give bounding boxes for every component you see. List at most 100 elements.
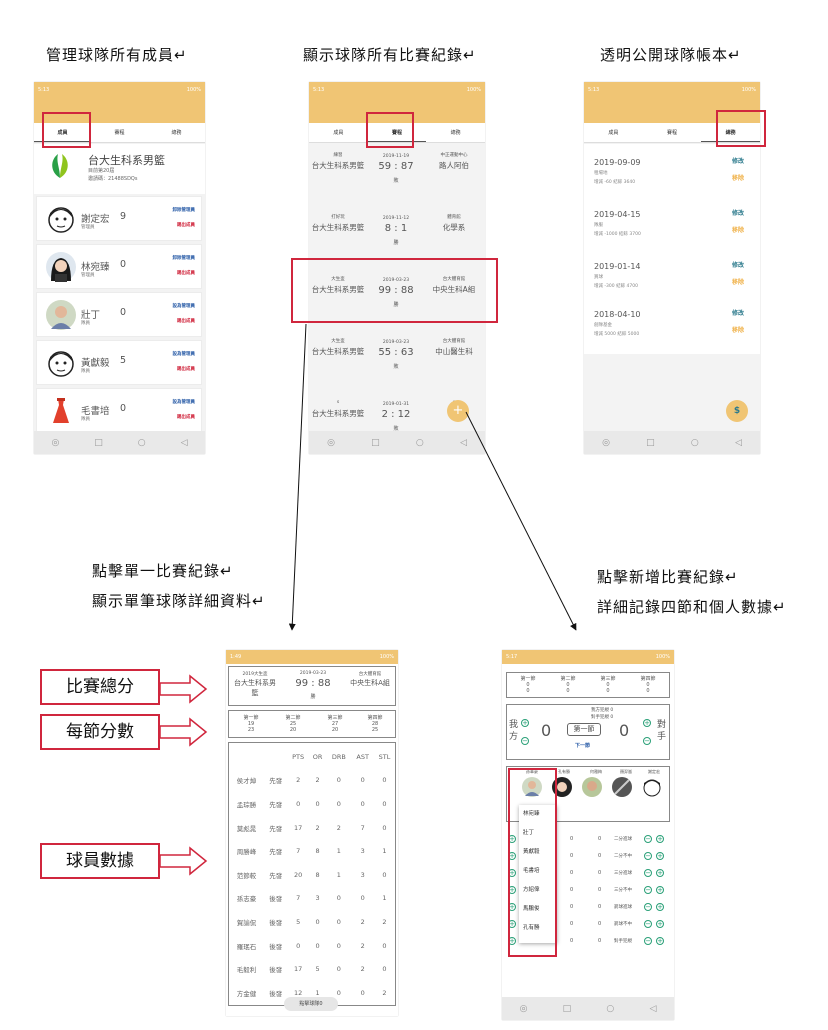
opp-fouls: 對手犯規 0	[591, 715, 614, 720]
player-row: 毛毅利 後發 17 5 0 2 0	[229, 957, 395, 981]
opponent-team: 中央生科A組	[350, 679, 390, 687]
nav-home-icon[interactable]: ○	[606, 1004, 614, 1014]
player-avatar-icon[interactable]	[611, 776, 633, 798]
player-name: 羅珉石	[236, 942, 257, 951]
row-value: 0	[598, 870, 602, 876]
player-position: 先發	[269, 777, 283, 786]
player-avatar-icon[interactable]	[581, 776, 603, 798]
header-spacer	[264, 745, 287, 769]
player-name: 方金健	[236, 989, 257, 998]
our-minus-icon[interactable]: −	[521, 737, 529, 745]
stat-minus-icon[interactable]: −	[644, 886, 652, 894]
game-venue: 台大體育館	[358, 672, 382, 677]
status-battery: 100%	[379, 654, 394, 660]
stat-label: 二分不中	[614, 854, 632, 859]
player-position: 後發	[269, 918, 283, 927]
row-value: 0	[570, 887, 574, 893]
stat-label: 二分進球	[614, 837, 632, 842]
player-position: 先發	[269, 871, 283, 880]
stat-value: 0	[382, 799, 387, 808]
our-fouls: 我方犯規 0	[591, 708, 614, 713]
game-date: 2019-03-23	[299, 671, 327, 676]
stat-value: 5	[296, 917, 301, 926]
status-time: 5:17	[506, 654, 518, 660]
stat-value: 0	[382, 941, 387, 950]
android-nav-bar: ◎ □ ○ ◁	[502, 997, 674, 1020]
stat-value: 0	[382, 965, 387, 974]
stat-value: 0	[360, 776, 365, 785]
player-position: 先發	[269, 848, 283, 857]
stat-plus-icon[interactable]: +	[656, 920, 664, 928]
stat-minus-icon[interactable]: −	[644, 937, 652, 945]
row-value: 0	[570, 921, 574, 927]
stat-minus-icon[interactable]: −	[644, 835, 652, 843]
stat-value: 2	[315, 776, 320, 785]
team-button[interactable]: 點擊球隊0	[284, 997, 338, 1011]
opp-minus-icon[interactable]: −	[643, 737, 651, 745]
highlight-player-dropdown	[508, 768, 557, 957]
stat-plus-icon[interactable]: +	[656, 869, 664, 877]
stat-label: 三分不中	[614, 888, 632, 893]
stat-minus-icon[interactable]: −	[644, 869, 652, 877]
player-row: 莫彪晁 先發 17 2 2 7 0	[229, 816, 395, 840]
row-value: 0	[570, 938, 574, 944]
stat-plus-icon[interactable]: +	[656, 937, 664, 945]
player-position: 後發	[269, 895, 283, 904]
nav-recents-icon[interactable]: □	[563, 1004, 572, 1014]
stat-value: 0	[296, 941, 301, 950]
status-bar: 5:17 100%	[502, 650, 674, 664]
nav-back-icon[interactable]: ◁	[649, 1004, 656, 1014]
status-battery: 100%	[655, 654, 670, 660]
stat-value: 0	[360, 799, 365, 808]
quarter-2: 第二節 25 20	[285, 715, 301, 733]
player-slot-name: 顏羿嵐	[620, 769, 632, 774]
stat-value: 2	[296, 776, 301, 785]
callout-player-stats: 球員數據	[40, 843, 160, 879]
stat-plus-icon[interactable]: +	[656, 886, 664, 894]
stat-minus-icon[interactable]: −	[644, 920, 652, 928]
status-time: 1:49	[230, 654, 242, 660]
stat-minus-icon[interactable]: −	[644, 852, 652, 860]
stats-header-row: PTS OR DRB AST STL	[229, 745, 395, 769]
stat-value: 1	[382, 847, 387, 856]
nav-menu-icon[interactable]: ◎	[520, 1004, 528, 1014]
stat-plus-icon[interactable]: +	[656, 852, 664, 860]
stat-plus-icon[interactable]: +	[656, 835, 664, 843]
player-avatar-icon[interactable]	[641, 776, 663, 798]
stat-value: 2	[360, 917, 365, 926]
opp-plus-icon[interactable]: +	[643, 719, 651, 727]
home-team: 台大生科系男籃	[234, 679, 276, 697]
quarter-select[interactable]: 第一節	[567, 723, 601, 736]
row-value: 0	[598, 836, 602, 842]
player-name: 孫志豪	[236, 895, 257, 904]
next-quarter-button[interactable]: 下一節	[575, 742, 590, 749]
player-name: 莫彪晁	[236, 824, 257, 833]
player-position: 先發	[269, 800, 283, 809]
row-value: 0	[598, 904, 602, 910]
stat-minus-icon[interactable]: −	[644, 903, 652, 911]
game-tag: 2019大生盃	[242, 672, 268, 677]
game-score: 99 : 88	[295, 678, 331, 689]
row-value: 0	[598, 938, 602, 944]
opp-score: 0	[619, 721, 630, 740]
player-stats-table: PTS OR DRB AST STL 侯才焯 先發 2 2 0 0 0 孟琮勝 先發 0 0 0 0 0 莫彪晁 先發 1…	[229, 745, 395, 1006]
row-value: 0	[598, 887, 602, 893]
stat-value: 2	[336, 823, 341, 832]
arrow-to-detail	[288, 323, 307, 631]
stat-value: 1	[374, 1005, 395, 1006]
stat-value: 8	[315, 870, 320, 879]
stat-value: 0	[382, 870, 387, 879]
player-row: 賀諭侃 後發 5 0 0 2 2	[229, 910, 395, 934]
our-plus-icon[interactable]: +	[521, 719, 529, 727]
row-value: 0	[598, 921, 602, 927]
opp-label: 對手	[657, 720, 667, 742]
stat-plus-icon[interactable]: +	[656, 903, 664, 911]
callout-total-score: 比賽總分	[40, 669, 160, 705]
player-row: 周勝峰 先發 7 8 1 3 1	[229, 839, 395, 863]
stat-value: 0	[336, 776, 341, 785]
player-stats-panel: PTS OR DRB AST STL 侯才焯 先發 2 2 0 0 0 孟琮勝 先發 0 0 0 0 0 莫彪晁 先發 1…	[228, 742, 396, 1006]
stat-value: 17	[294, 965, 303, 974]
player-row: 孫志豪 後發 7 3 0 0 1	[229, 887, 395, 911]
row-value: 0	[570, 904, 574, 910]
quarter-1: 第一節 19 23	[243, 715, 259, 733]
